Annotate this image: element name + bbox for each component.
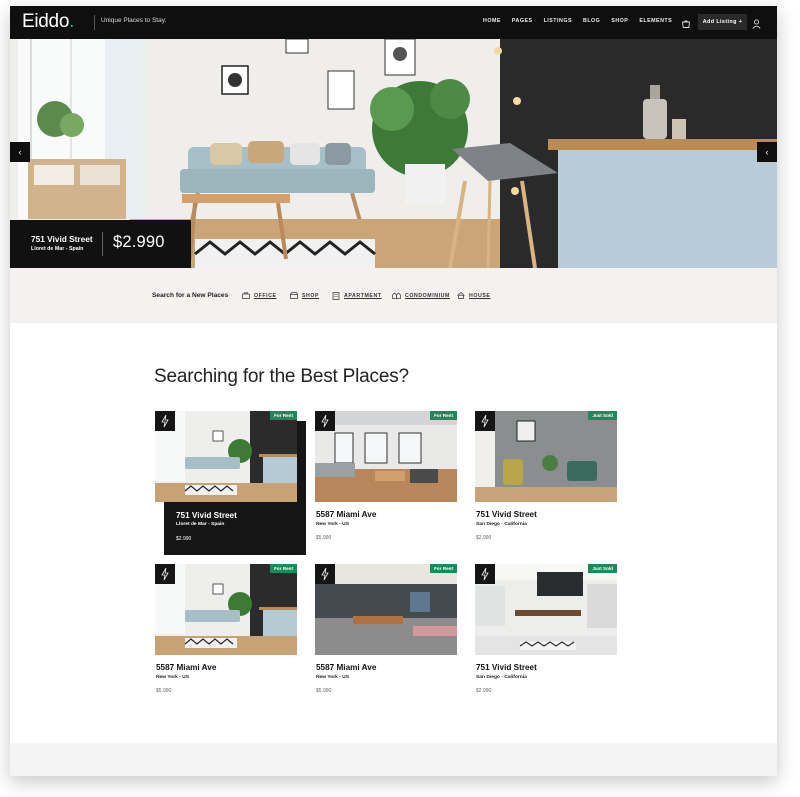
- category-search-bar: Search for a New Places OFFICE SHOP APAR…: [10, 268, 777, 323]
- listing-price: $5.990: [316, 535, 332, 541]
- category-house[interactable]: HOUSE: [457, 292, 490, 299]
- listing-photo: [315, 564, 457, 655]
- tagline: Unique Places to Stay.: [101, 17, 167, 24]
- chevron-left-icon: ‹: [765, 147, 769, 157]
- section-title: Searching for the Best Places?: [154, 366, 409, 387]
- card-dark-accent: [297, 421, 306, 502]
- status-badge: For Rent: [270, 411, 297, 420]
- listing-title[interactable]: 751 Vivid Street: [176, 511, 237, 520]
- nav-shop[interactable]: SHOP: [611, 18, 628, 24]
- listing-card[interactable]: For Rent 5587 Miami Ave New York - US $5…: [315, 411, 457, 546]
- office-icon: [242, 292, 250, 299]
- status-badge: For Rent: [430, 564, 457, 573]
- listing-card[interactable]: For Rent 5587 Miami Ave New York - US $5…: [155, 564, 297, 699]
- listing-location: Lloret de Mar - Spain: [176, 522, 225, 527]
- cart-icon[interactable]: [681, 16, 691, 34]
- listing-photo: [475, 564, 617, 655]
- bolt-icon: [475, 564, 495, 584]
- nav-pages[interactable]: PAGES: [512, 18, 533, 24]
- top-navbar: Eiddo. Unique Places to Stay. HOME PAGES…: [10, 6, 777, 39]
- listing-card[interactable]: Just Sold 751 Vivid Street San Diego - C…: [475, 564, 617, 699]
- hero-title: 751 Vivid Street: [31, 234, 93, 244]
- status-badge: Just Sold: [588, 411, 617, 420]
- listing-price: $2.990: [476, 535, 492, 541]
- listing-price: $2.990: [176, 536, 192, 542]
- listing-photo: [315, 411, 457, 502]
- category-condominium[interactable]: CONDOMINIUM: [392, 292, 450, 299]
- listing-location: New York - US: [316, 522, 349, 527]
- category-apartment[interactable]: APARTMENT: [332, 292, 382, 300]
- bolt-icon: [315, 564, 335, 584]
- bolt-icon: [155, 564, 175, 584]
- listing-card[interactable]: Just Sold 751 Vivid Street San Diego - C…: [475, 411, 617, 546]
- nav-listings[interactable]: LISTINGS: [544, 18, 572, 24]
- category-office[interactable]: OFFICE: [242, 292, 277, 299]
- apartment-icon: [332, 292, 340, 300]
- logo[interactable]: Eiddo.: [22, 11, 74, 33]
- listing-title[interactable]: 5587 Miami Ave: [316, 663, 376, 672]
- chevron-left-icon: ‹: [18, 147, 22, 157]
- hero-caption[interactable]: 751 Vivid Street Lloret de Mar - Spain $…: [10, 220, 191, 268]
- category-shop[interactable]: SHOP: [290, 292, 319, 299]
- listing-card[interactable]: For Rent 5587 Miami Ave New York - US $5…: [315, 564, 457, 699]
- category-lead-text: Search for a New Places: [152, 292, 229, 299]
- logo-divider: [94, 15, 95, 30]
- listing-photo: [155, 564, 297, 655]
- hero-caption-divider: [102, 232, 103, 256]
- bolt-icon: [315, 411, 335, 431]
- listing-photo: [155, 411, 297, 502]
- hero-location: Lloret de Mar - Spain: [31, 246, 84, 252]
- shop-icon: [290, 292, 298, 299]
- nav-blog[interactable]: BLOG: [583, 18, 600, 24]
- listing-title[interactable]: 5587 Miami Ave: [316, 510, 376, 519]
- listing-price: $5.990: [156, 688, 172, 694]
- house-icon: [457, 292, 465, 299]
- condominium-icon: [392, 292, 401, 299]
- status-badge: For Rent: [270, 564, 297, 573]
- listing-price: $5.990: [316, 688, 332, 694]
- listing-photo: [475, 411, 617, 502]
- bolt-icon: [155, 411, 175, 431]
- main-nav: HOME PAGES LISTINGS BLOG SHOP ELEMENTS: [483, 18, 672, 24]
- hero-price: $2.990: [113, 233, 165, 251]
- listing-title[interactable]: 751 Vivid Street: [476, 663, 537, 672]
- footer-strip: [10, 743, 777, 776]
- nav-home[interactable]: HOME: [483, 18, 501, 24]
- listing-price: $2.990: [476, 688, 492, 694]
- listing-location: San Diego - California: [476, 522, 527, 527]
- status-badge: For Rent: [430, 411, 457, 420]
- listing-card[interactable]: For Rent 751 Vivid Street Lloret de Mar …: [155, 411, 306, 561]
- hero-prev-button[interactable]: ‹: [10, 142, 30, 162]
- bolt-icon: [475, 411, 495, 431]
- listing-location: New York - US: [316, 675, 349, 680]
- website-frame: Eiddo. Unique Places to Stay. HOME PAGES…: [10, 6, 777, 776]
- add-listing-button[interactable]: Add Listing +: [698, 14, 747, 30]
- listing-title[interactable]: 5587 Miami Ave: [156, 663, 216, 672]
- listing-location: San Diego - California: [476, 675, 527, 680]
- status-badge: Just Sold: [588, 564, 617, 573]
- featured-overlay: [164, 502, 306, 555]
- hero-next-button[interactable]: ‹: [757, 142, 777, 162]
- user-icon[interactable]: [752, 16, 761, 34]
- nav-elements[interactable]: ELEMENTS: [639, 18, 672, 24]
- listing-title[interactable]: 751 Vivid Street: [476, 510, 537, 519]
- listing-location: New York - US: [156, 675, 189, 680]
- hero-slider: ‹ ‹ 751 Vivid Street Lloret de Mar - Spa…: [10, 39, 777, 268]
